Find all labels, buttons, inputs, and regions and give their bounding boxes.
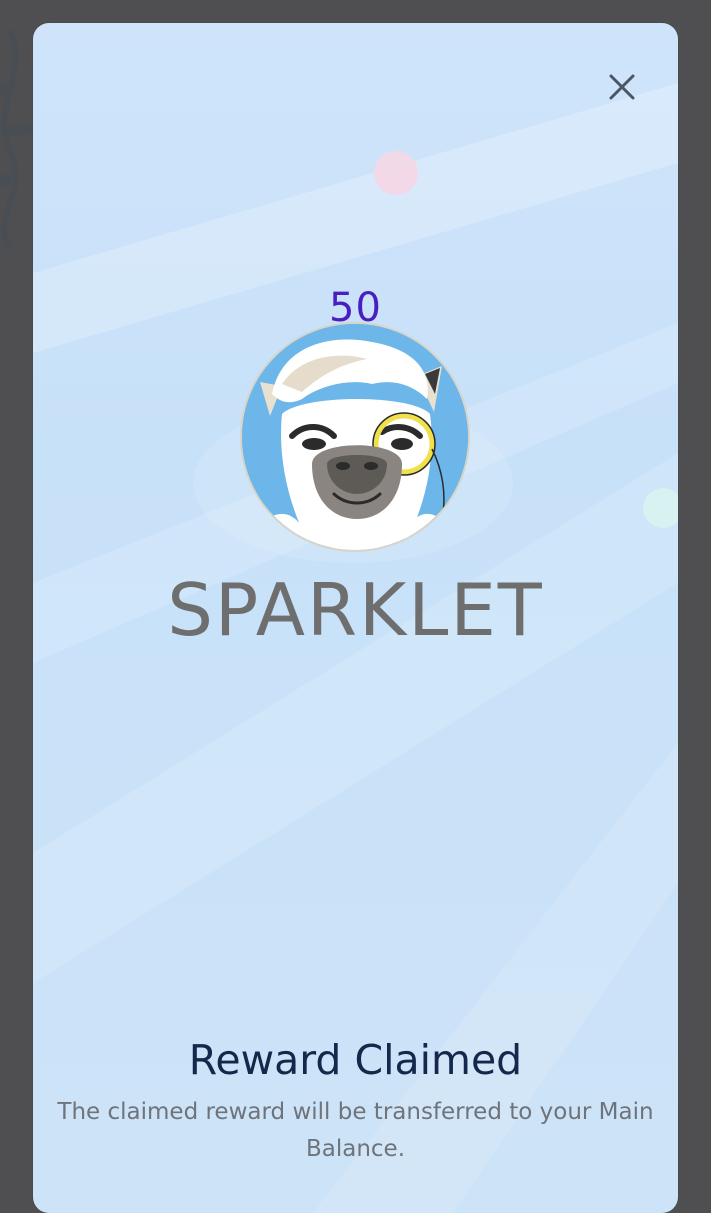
close-button[interactable] bbox=[602, 67, 642, 107]
token-name: SPARKLET bbox=[167, 568, 544, 652]
reward-claimed-description: The claimed reward will be transferred t… bbox=[57, 1099, 654, 1162]
close-icon bbox=[609, 74, 635, 100]
reward-modal: 50 SPARKLET Reward Claimed The claimed r… bbox=[33, 23, 678, 1213]
token-avatar bbox=[240, 322, 470, 552]
reward-claimed-title: Reward Claimed bbox=[188, 1036, 523, 1084]
llama-with-monocle-icon bbox=[242, 324, 468, 550]
